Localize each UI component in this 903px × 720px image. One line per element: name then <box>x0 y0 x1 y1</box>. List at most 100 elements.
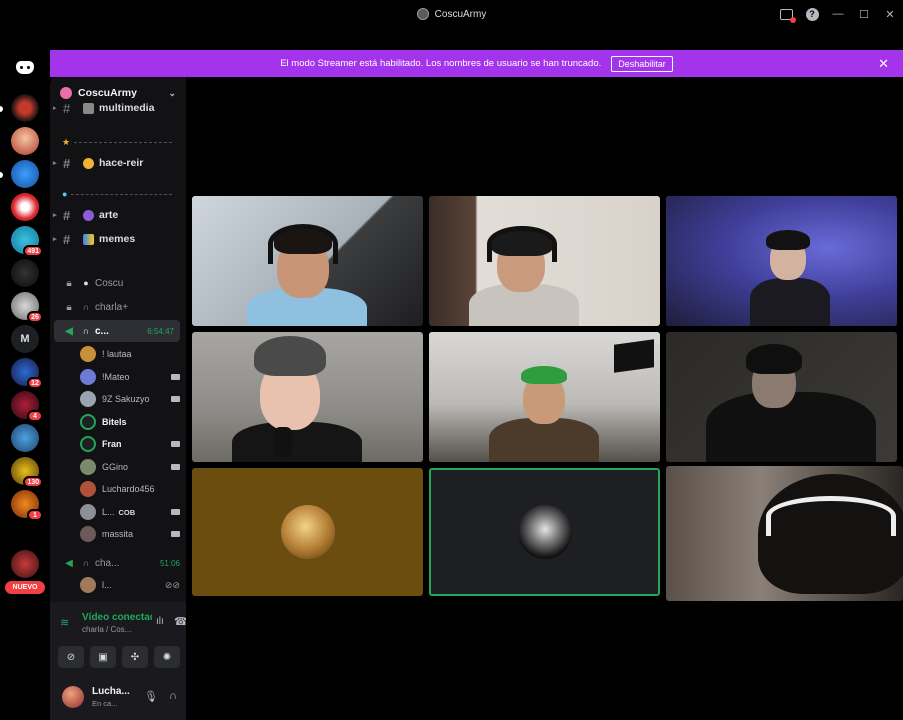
mention-badge: 12 <box>27 377 43 389</box>
server-icon[interactable]: 130 <box>11 457 43 488</box>
channel-multimedia[interactable]: ▸ # multimedia <box>50 101 186 115</box>
muted-icon: ⊘⊘ <box>164 579 180 590</box>
soundboard-icon: ✺ <box>162 651 172 663</box>
voice-user[interactable]: L... COB <box>80 501 180 523</box>
camera-off-icon: ⊘ <box>66 651 76 663</box>
voice-channel-label: charla+ <box>95 301 129 313</box>
avatar <box>80 481 96 497</box>
person-shape <box>254 336 326 376</box>
server-icon[interactable] <box>11 160 39 188</box>
camera-feed <box>429 332 660 462</box>
video-tile[interactable] <box>192 332 423 462</box>
avatar <box>517 505 572 559</box>
voice-channel-path: charla / Cos... <box>82 625 132 634</box>
channel-label: memes <box>99 233 136 245</box>
camera-feed <box>192 332 423 462</box>
current-user[interactable]: Lucha... En ca... 🎙︎ ∩ ⚙ <box>58 682 182 712</box>
camera-feed <box>666 466 903 601</box>
headset-icon <box>766 496 896 536</box>
voice-user[interactable]: 9Z Sakuzyo <box>80 388 180 410</box>
server-icon[interactable] <box>11 259 39 287</box>
banner-text: El modo Streamer está habilitado. Los no… <box>280 58 602 69</box>
server-icon[interactable] <box>11 550 39 578</box>
server-icon[interactable]: 12 <box>11 358 43 389</box>
video-tile-avatar[interactable] <box>192 468 423 596</box>
app-icon <box>416 8 429 20</box>
server-name: CoscuArmy <box>78 87 137 99</box>
channel-hace-reir[interactable]: ▸ # hace-reir <box>50 152 186 174</box>
soundboard-button[interactable]: ✺ <box>154 646 180 668</box>
headphones-icon[interactable]: ∩ <box>169 690 177 703</box>
voice-user[interactable]: GGino <box>80 456 180 478</box>
camera-feed <box>192 196 423 326</box>
noise-suppression-icon[interactable]: ılı <box>156 616 164 627</box>
voice-channel-second[interactable]: ◀︎ ∩ cha... 51:06 <box>50 552 186 574</box>
video-tile-speaking[interactable] <box>666 196 897 326</box>
video-tile-speaking[interactable] <box>429 332 660 462</box>
help-icon: ? <box>805 7 819 21</box>
voice-user[interactable]: massita <box>80 523 180 545</box>
channel-emoji-icon <box>83 102 94 114</box>
voice-user[interactable]: !Mateo <box>80 366 180 388</box>
voice-user[interactable]: l... ⊘⊘ <box>80 574 180 596</box>
inbox-button[interactable] <box>773 0 799 28</box>
person-shape <box>750 278 830 326</box>
channel-label: arte <box>99 209 119 221</box>
channel-memes[interactable]: ▸ # memes <box>50 228 186 250</box>
video-tile[interactable] <box>666 466 903 601</box>
user-tag: COB <box>118 507 136 517</box>
screen-share-button[interactable]: ▣ <box>90 646 116 668</box>
voice-user[interactable]: Bitels <box>80 411 180 433</box>
server-icon[interactable]: 4 <box>11 391 43 422</box>
voice-user-name: Luchardo456 <box>102 484 155 494</box>
person-shape <box>706 392 876 462</box>
close-banner-icon[interactable]: ✕ <box>878 56 889 72</box>
activities-button[interactable]: ✣ <box>122 646 148 668</box>
server-icon-m[interactable]: M <box>11 325 39 353</box>
voice-user[interactable]: ! lautaa <box>80 343 180 365</box>
voice-user-name: !Mateo <box>102 372 130 382</box>
call-timer: 6:54:47 <box>147 326 174 336</box>
microphone-icon[interactable]: 🎙︎ <box>144 690 158 703</box>
call-timer: 51:06 <box>159 558 180 568</box>
disable-streamer-button[interactable]: Deshabilitar <box>611 55 673 72</box>
video-tile[interactable] <box>192 196 423 326</box>
minimize-button[interactable]: — <box>825 0 851 28</box>
home-button[interactable] <box>10 56 40 78</box>
server-icon[interactable] <box>11 94 39 122</box>
voice-channel-coscu[interactable]: 🔒︎ ● Coscu <box>50 272 186 294</box>
voice-status-label: Vídeo conectado <box>82 612 152 623</box>
screen-share-icon: ▣ <box>98 651 108 663</box>
help-button[interactable]: ? <box>799 0 825 28</box>
video-tile[interactable] <box>429 196 660 326</box>
headset-icon <box>487 226 557 262</box>
maximize-button[interactable]: ☐ <box>851 0 877 28</box>
camera-off-button[interactable]: ⊘ <box>58 646 84 668</box>
avatar <box>80 391 96 407</box>
server-icon[interactable] <box>11 127 39 155</box>
camera-icon <box>171 531 180 537</box>
server-icon[interactable]: 1 <box>11 490 43 521</box>
inbox-icon <box>779 8 796 23</box>
voice-user-name: 9Z Sakuzyo <box>102 394 150 404</box>
hashtag-icon: # <box>63 231 71 247</box>
disconnect-icon[interactable]: ☎ <box>174 615 186 628</box>
server-icon[interactable] <box>11 424 39 452</box>
avatar <box>80 346 96 362</box>
server-icon[interactable]: 26 <box>11 292 43 323</box>
server-icon[interactable]: 491 <box>11 226 43 257</box>
voice-connection-status: ≋ Vídeo conectado charla / Cos... ılı ☎ <box>58 610 186 638</box>
video-tile[interactable] <box>666 332 897 462</box>
voice-channel-charla[interactable]: 🔒︎ ∩ charla+ <box>50 296 186 318</box>
close-window-button[interactable]: ✕ <box>877 0 903 28</box>
voice-user[interactable]: Fran <box>80 433 180 455</box>
channel-arte[interactable]: ▸ # arte <box>50 204 186 226</box>
server-icon[interactable] <box>11 193 39 221</box>
mention-badge: 1 <box>27 509 43 521</box>
category-divider: ★ <box>62 135 172 149</box>
person-shape <box>489 418 599 462</box>
voice-channel-active[interactable]: ◀︎ ∩ c... 6:54:47 <box>54 320 180 342</box>
voice-user[interactable]: Luchardo456 <box>80 478 180 500</box>
video-tile-avatar-speaking[interactable] <box>429 468 660 596</box>
caret-icon: ▸ <box>53 160 57 167</box>
